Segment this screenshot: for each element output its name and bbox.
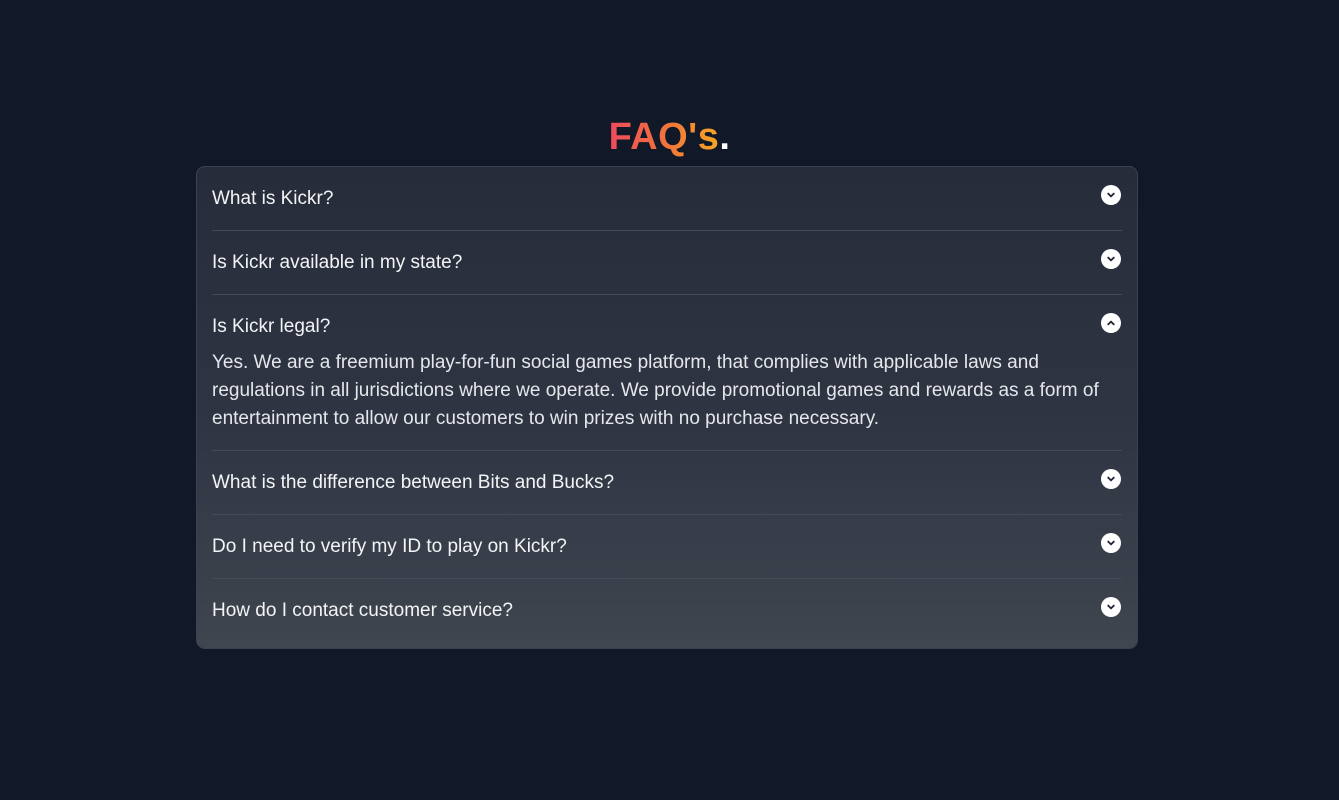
title-dot: .: [719, 116, 731, 159]
faq-question-bits-bucks[interactable]: What is the difference between Bits and …: [212, 451, 1122, 514]
faq-item: What is the difference between Bits and …: [212, 451, 1122, 515]
chevron-down-icon[interactable]: [1101, 185, 1121, 205]
chevron-down-icon[interactable]: [1101, 249, 1121, 269]
faq-question-what-is-kickr[interactable]: What is Kickr?: [212, 167, 1122, 230]
faq-item: How do I contact customer service?: [212, 579, 1122, 642]
faq-item: What is Kickr?: [212, 167, 1122, 231]
faq-page: FAQ's. What is Kickr? Is Kickr available…: [0, 0, 1339, 800]
title-text: FAQ's: [608, 116, 720, 159]
faq-question-text: Do I need to verify my ID to play on Kic…: [212, 535, 567, 557]
faq-question-verify-id[interactable]: Do I need to verify my ID to play on Kic…: [212, 515, 1122, 578]
faq-question-text: What is the difference between Bits and …: [212, 471, 615, 493]
faq-question-text: Is Kickr legal?: [212, 315, 331, 337]
faq-question-legal[interactable]: Is Kickr legal?: [212, 295, 1122, 358]
faq-accordion: What is Kickr? Is Kickr available in my …: [196, 166, 1138, 649]
page-title: FAQ's.: [0, 113, 1339, 161]
faq-item-expanded: Is Kickr legal? Yes. We are a freemium p…: [212, 295, 1122, 451]
chevron-down-icon[interactable]: [1101, 597, 1121, 617]
faq-question-availability[interactable]: Is Kickr available in my state?: [212, 231, 1122, 294]
faq-question-text: What is Kickr?: [212, 187, 334, 209]
chevron-up-icon[interactable]: [1101, 313, 1121, 333]
faq-answer: Yes. We are a freemium play-for-fun soci…: [212, 352, 1099, 429]
faq-item: Is Kickr available in my state?: [212, 231, 1122, 295]
faq-question-text: Is Kickr available in my state?: [212, 251, 463, 273]
chevron-down-icon[interactable]: [1101, 533, 1121, 553]
faq-item: Do I need to verify my ID to play on Kic…: [212, 515, 1122, 579]
chevron-down-icon[interactable]: [1101, 469, 1121, 489]
faq-question-contact[interactable]: How do I contact customer service?: [212, 579, 1122, 642]
faq-question-text: How do I contact customer service?: [212, 599, 513, 621]
